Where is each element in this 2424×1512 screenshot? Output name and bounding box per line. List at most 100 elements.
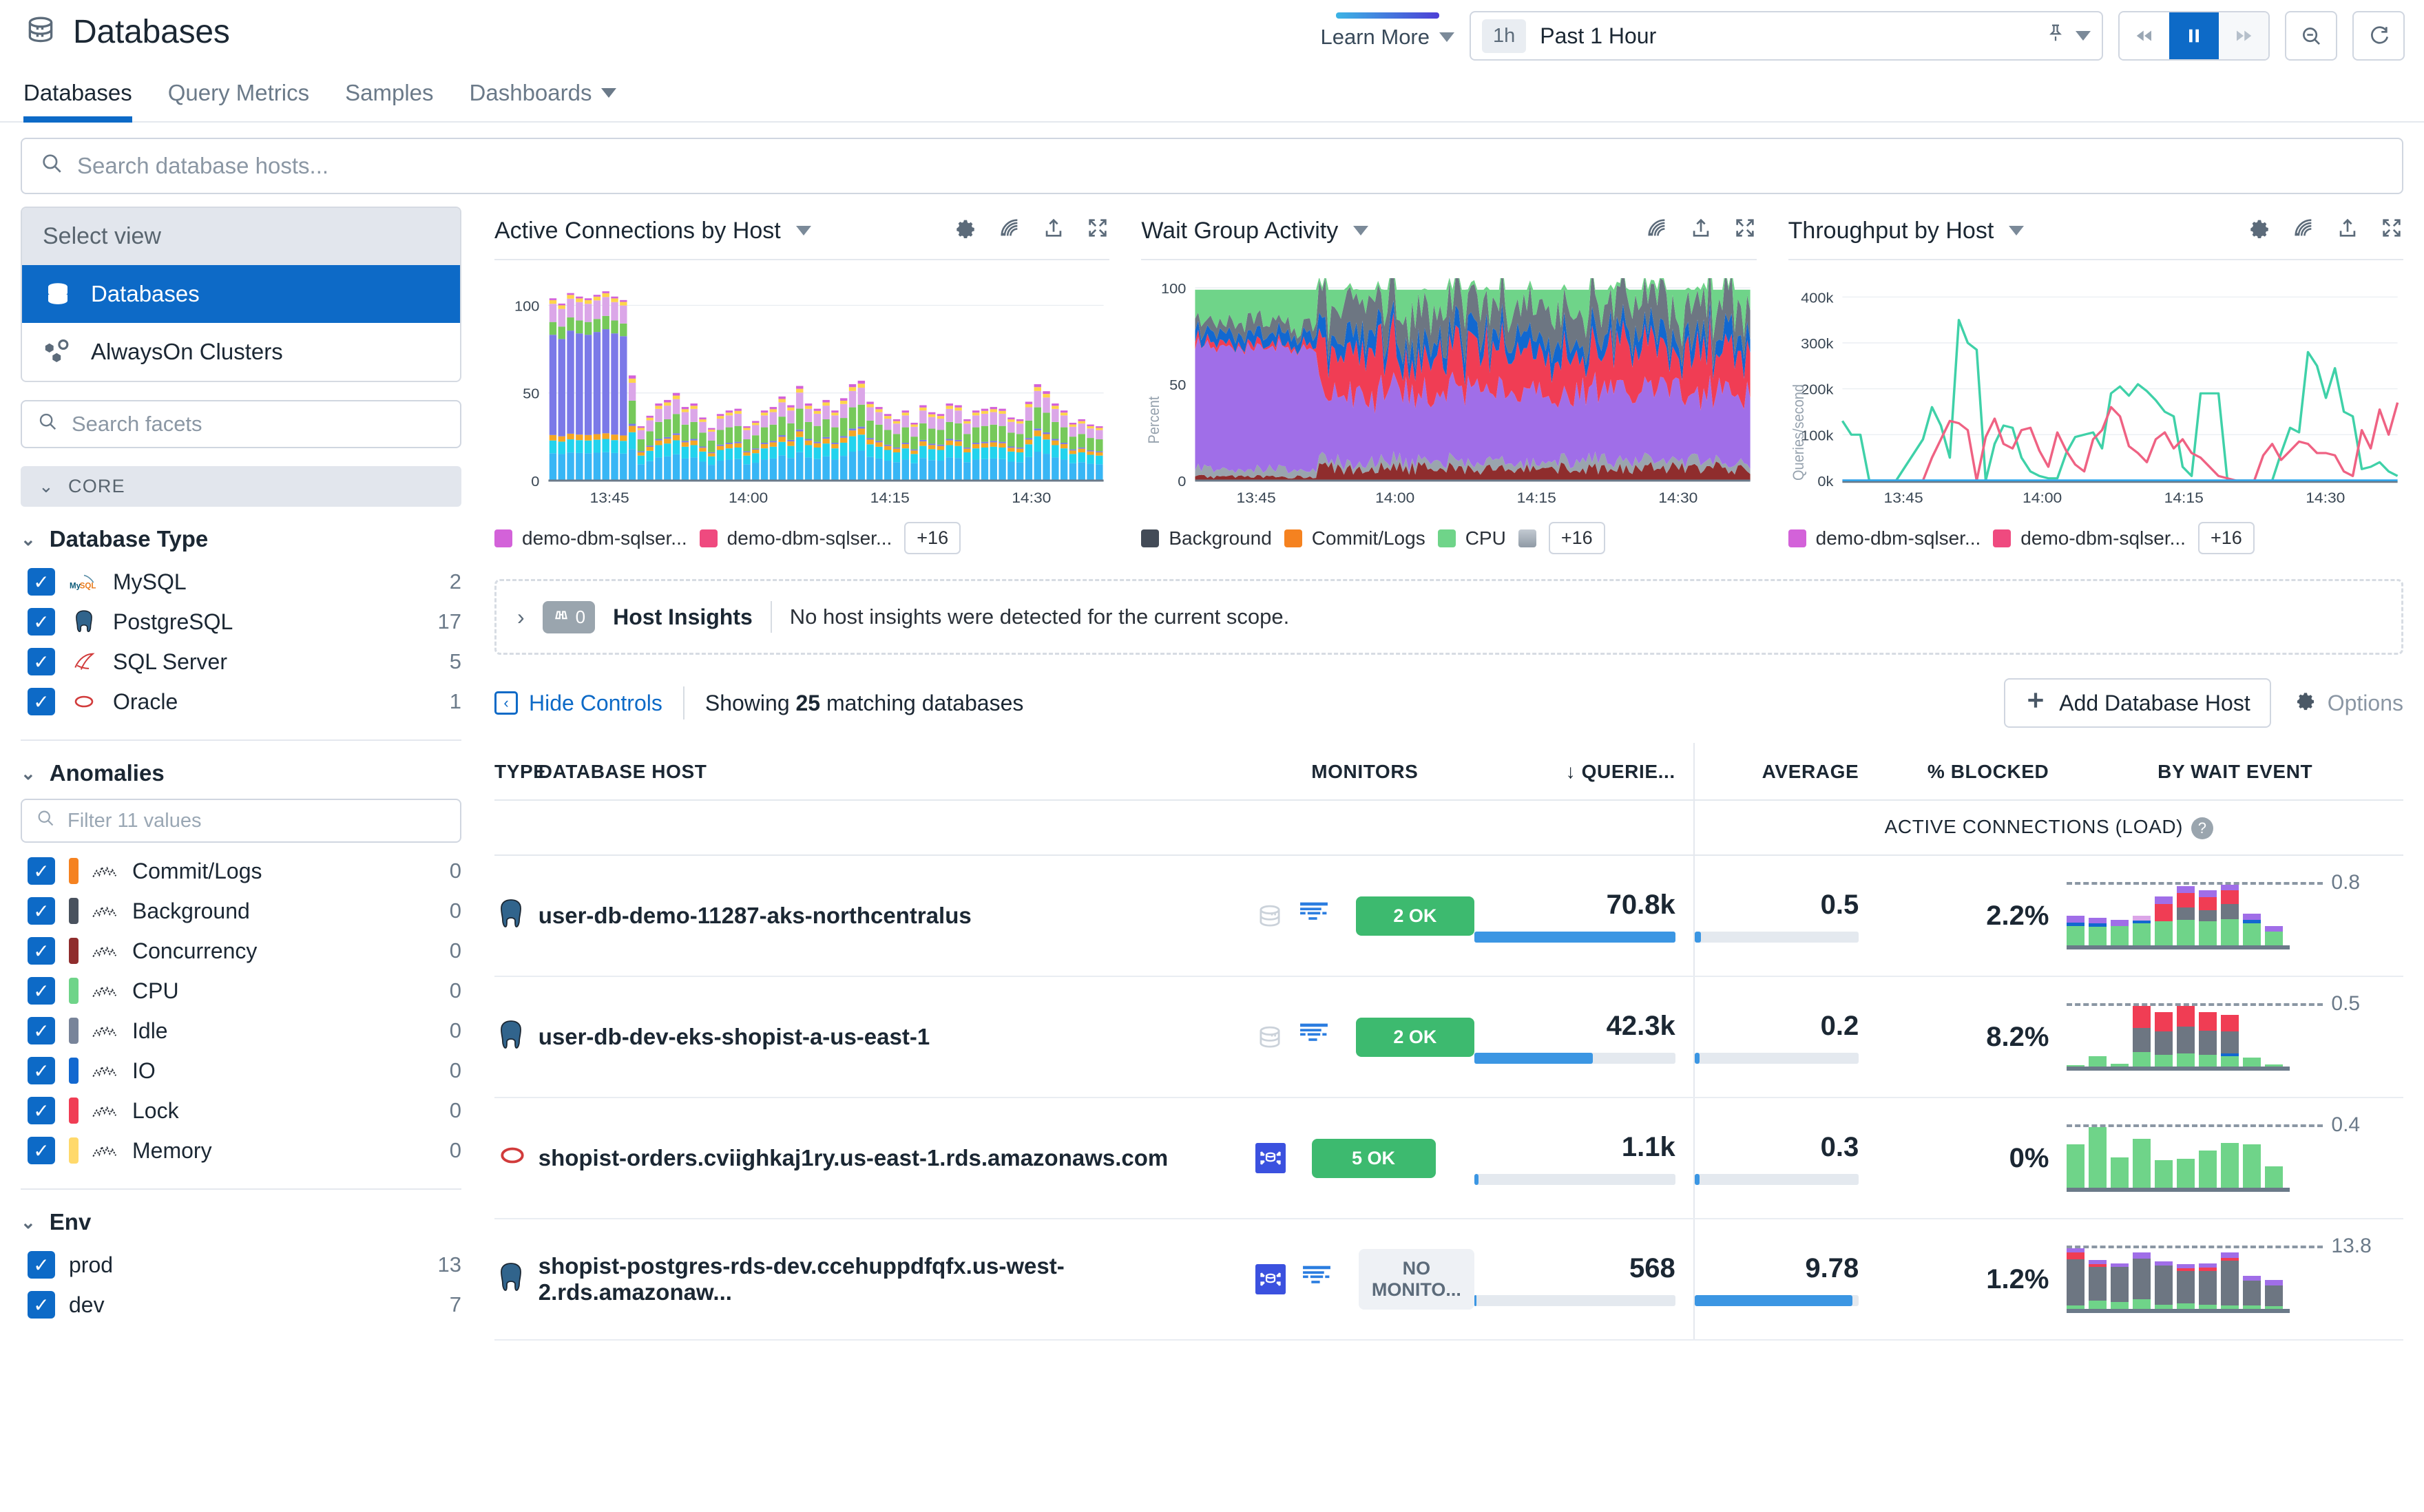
checkbox[interactable]: ✓ [28,648,55,675]
export-icon[interactable] [1689,216,1713,245]
legend-item[interactable]: demo-dbm-sqlser... [1788,527,1981,549]
export-icon[interactable] [1042,216,1065,245]
chevron-down-icon[interactable] [2009,226,2025,235]
chevron-right-icon[interactable]: › [517,605,525,630]
zoom-out-button[interactable] [2285,11,2337,61]
monitor-status-badge[interactable]: NO MONITO... [1358,1249,1475,1310]
database-host-link[interactable]: user-db-dev-eks-shopist-a-us-east-1 [539,1024,930,1049]
checkbox[interactable]: ✓ [28,937,55,965]
col-monitors[interactable]: MONITORS [1255,743,1475,801]
database-host-link[interactable]: user-db-demo-11287-aks-northcentralus [539,903,972,928]
tab-samples[interactable]: Samples [327,80,451,121]
log-lines-icon[interactable] [1298,1020,1330,1053]
aurora-icon[interactable] [1255,1143,1286,1173]
facet-search-input[interactable]: Search facets [21,400,461,448]
facet-item-idle[interactable]: ✓ Idle 0 [21,1011,461,1051]
checkbox[interactable]: ✓ [28,1137,55,1164]
log-lines-icon[interactable] [1301,1263,1333,1296]
table-row[interactable]: user-db-dev-eks-shopist-a-us-east-1 2 OK 4… [494,976,2403,1098]
anomalies-filter-input[interactable]: Filter 11 values [21,799,461,843]
col-by-wait-event[interactable]: BY WAIT EVENT [2067,743,2403,801]
cell-database-host[interactable]: user-db-dev-eks-shopist-a-us-east-1 [538,976,1255,1098]
cell-database-host[interactable]: shopist-orders.cviighkaj1ry.us-east-1.rd… [538,1098,1255,1219]
legend-item[interactable]: Commit/Logs [1284,527,1425,549]
facet-item-cpu[interactable]: ✓ CPU 0 [21,971,461,1011]
help-icon[interactable]: ? [2191,817,2214,839]
checkbox[interactable]: ✓ [28,1251,55,1279]
pin-icon[interactable] [2045,23,2066,49]
fullscreen-icon[interactable] [1733,216,1757,245]
facet-group-title[interactable]: ⌄ Env [21,1209,461,1235]
fullscreen-icon[interactable] [1086,216,1109,245]
legend-item[interactable]: CPU [1437,527,1506,549]
facet-item-concurrency[interactable]: ✓ Concurrency 0 [21,931,461,971]
log-lines-icon[interactable] [1298,899,1330,932]
checkbox[interactable]: ✓ [28,1097,55,1124]
table-row[interactable]: shopist-postgres-rds-dev.ccehuppdfqfx.us… [494,1219,2403,1341]
legend-item[interactable]: Background [1141,527,1272,549]
learn-more-group[interactable]: Learn More [1320,12,1454,50]
hide-controls-button[interactable]: ‹ Hide Controls [494,691,662,716]
step-forward-button[interactable] [2219,12,2268,59]
cell-database-host[interactable]: user-db-demo-11287-aks-northcentralus [538,855,1255,977]
fullscreen-icon[interactable] [2380,216,2403,245]
col-queries[interactable]: ↓ QUERIE... [1474,743,1694,801]
facet-item-background[interactable]: ✓ Background 0 [21,891,461,931]
tab-databases[interactable]: Databases [23,80,150,123]
chevron-down-icon[interactable] [1353,226,1369,235]
table-row[interactable]: shopist-orders.cviighkaj1ry.us-east-1.rd… [494,1098,2403,1219]
anomaly-icon[interactable] [1645,216,1669,245]
monitor-status-badge[interactable]: 2 OK [1355,1017,1475,1057]
chevron-down-icon[interactable] [2076,31,2091,41]
table-row[interactable]: user-db-demo-11287-aks-northcentralus 2 O… [494,855,2403,977]
search-input[interactable]: Search database hosts... [21,138,2403,194]
learn-more-button[interactable]: Learn More [1320,25,1454,50]
tab-query-metrics[interactable]: Query Metrics [150,80,327,121]
refresh-button[interactable] [2352,11,2405,61]
legend-more-button[interactable]: +16 [1548,522,1605,554]
sidebar-item-alwayson-clusters[interactable]: AlwaysOn Clusters [22,323,460,381]
checkbox[interactable]: ✓ [28,1057,55,1084]
col-average[interactable]: AVERAGE [1693,743,1877,801]
facet-item-sql-server[interactable]: ✓ SQL Server 5 [21,642,461,682]
facet-item-oracle[interactable]: ✓ Oracle 1 [21,682,461,722]
monitor-status-badge[interactable]: 2 OK [1355,896,1475,936]
time-range-picker[interactable]: 1h Past 1 Hour [1470,11,2103,61]
checkbox[interactable]: ✓ [28,897,55,925]
step-back-button[interactable] [2120,12,2169,59]
add-database-host-button[interactable]: Add Database Host [2004,678,2271,728]
anomaly-icon[interactable] [2292,216,2315,245]
legend-more-button[interactable]: +16 [904,522,961,554]
legend-item[interactable]: demo-dbm-sqlser... [699,527,892,549]
tab-dashboards[interactable]: Dashboards [452,80,635,121]
facet-item-prod[interactable]: ✓ prod 13 [21,1245,461,1285]
chevron-down-icon[interactable] [795,226,811,235]
facet-item-dev[interactable]: ✓ dev 7 [21,1285,461,1325]
facet-item-postgresql[interactable]: ✓ PostgreSQL 17 [21,602,461,642]
checkbox[interactable]: ✓ [28,1017,55,1044]
sidebar-item-databases[interactable]: Databases [22,265,460,323]
legend-more-button[interactable]: +16 [2197,522,2255,554]
facet-item-lock[interactable]: ✓ Lock 0 [21,1091,461,1131]
export-icon[interactable] [2336,216,2359,245]
facet-item-commit-logs[interactable]: ✓ Commit/Logs 0 [21,851,461,891]
options-button[interactable]: Options [2295,689,2403,717]
pause-button[interactable] [2169,12,2219,59]
facet-group-title[interactable]: ⌄ Database Type [21,526,461,552]
legend-item[interactable]: demo-dbm-sqlser... [494,527,687,549]
anomaly-icon[interactable] [998,216,1021,245]
cell-database-host[interactable]: shopist-postgres-rds-dev.ccehuppdfqfx.us… [538,1219,1255,1341]
monitor-status-badge[interactable]: 5 OK [1311,1138,1436,1178]
checkbox[interactable]: ✓ [28,568,55,596]
checkbox[interactable]: ✓ [28,857,55,885]
db-gray-icon[interactable] [1255,1023,1283,1051]
checkbox[interactable]: ✓ [28,688,55,715]
checkbox[interactable]: ✓ [28,608,55,636]
host-insights-banner[interactable]: › 0 Host Insights No host insights were … [494,579,2403,655]
legend-item[interactable] [1518,529,1536,547]
legend-item[interactable]: demo-dbm-sqlser... [1993,527,2186,549]
col-database-host[interactable]: DATABASE HOST [538,743,1255,801]
db-gray-icon[interactable] [1255,902,1283,930]
col-blocked[interactable]: % BLOCKED [1877,743,2067,801]
facet-item-io[interactable]: ✓ IO 0 [21,1051,461,1091]
